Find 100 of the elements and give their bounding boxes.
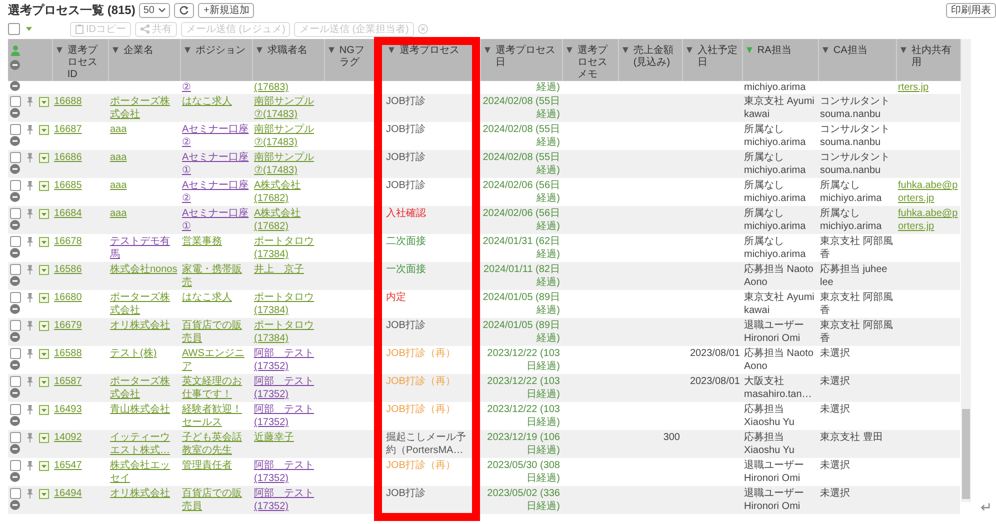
column-header[interactable]: 選考プロセスメモ (577, 45, 616, 81)
process-id-link[interactable]: 16687 (54, 123, 106, 136)
company-link[interactable]: ポーターズ株式会社 (110, 375, 178, 401)
filter-arrow[interactable]: ▼ (482, 45, 492, 57)
checkbox[interactable] (10, 264, 21, 275)
position-link[interactable]: ② (182, 81, 250, 94)
column-header[interactable]: 選考プロセス ID (67, 45, 106, 81)
dropdown-icon[interactable] (39, 124, 49, 134)
minus-circle-icon[interactable] (10, 472, 20, 482)
filter-arrow[interactable]: ▼ (254, 45, 264, 57)
pin-icon[interactable] (26, 236, 34, 247)
column-header[interactable]: CA担当 (833, 45, 894, 57)
pin-icon[interactable] (26, 208, 34, 219)
filter-arrow[interactable]: ▼ (386, 45, 396, 57)
checkbox[interactable] (10, 152, 21, 163)
minus-circle-icon[interactable] (10, 388, 20, 398)
column-header[interactable]: ポジション (195, 45, 250, 57)
company-link[interactable]: aaa (110, 179, 178, 192)
checkbox[interactable] (10, 432, 21, 443)
candidate-link[interactable]: ポートタロウ(17384) (254, 291, 322, 317)
dropdown-icon[interactable] (39, 488, 49, 498)
company-link[interactable]: ポーターズ株式会社 (110, 291, 178, 317)
dropdown-icon[interactable] (39, 152, 49, 162)
pin-icon[interactable] (26, 460, 34, 471)
dropdown-icon[interactable] (39, 404, 49, 414)
candidate-link[interactable]: 阿部 テスト(17352) (254, 487, 322, 513)
scrollbar[interactable] (960, 39, 970, 502)
pin-icon[interactable] (26, 96, 34, 107)
filter-arrow[interactable]: ▼ (182, 45, 192, 57)
position-link[interactable]: AWSエンジニア (182, 347, 250, 373)
position-link[interactable]: Aセミナー口座② (182, 179, 250, 205)
column-header[interactable]: 選考プロセス日 (495, 45, 560, 69)
company-link[interactable]: aaa (110, 123, 178, 136)
minus-circle-icon[interactable] (10, 248, 20, 258)
company-link[interactable]: 株式会社エッセイ (110, 459, 178, 485)
candidate-link[interactable]: ポートタロウ(17384) (254, 235, 322, 261)
candidate-link[interactable]: 南部サンプル⑦(17483) (254, 95, 322, 121)
position-link[interactable]: 子ども英会話教室の先生 (182, 431, 250, 457)
pin-icon[interactable] (26, 180, 34, 191)
dropdown-icon[interactable] (39, 264, 49, 274)
filter-arrow[interactable]: ▼ (898, 45, 908, 57)
column-header[interactable]: NGフラグ (339, 45, 372, 69)
candidate-link[interactable]: 南部サンプル⑦(17483) (254, 151, 322, 177)
dropdown-icon[interactable] (39, 236, 49, 246)
process-id-link[interactable]: 16547 (54, 459, 106, 472)
column-header[interactable]: 選考プロセス (399, 45, 468, 57)
shared-email-link[interactable]: rters.jp (898, 81, 958, 94)
process-id-link[interactable]: 16493 (54, 403, 106, 416)
minus-circle-icon[interactable] (10, 500, 20, 510)
position-link[interactable]: 英文経理のお仕事です！ (182, 375, 250, 401)
refresh-button[interactable] (174, 2, 194, 18)
checkbox[interactable] (10, 376, 21, 387)
pin-icon[interactable] (26, 376, 34, 387)
minus-circle-icon[interactable] (10, 81, 20, 91)
person-icon[interactable] (10, 45, 21, 56)
checkbox[interactable] (10, 404, 21, 415)
candidate-link[interactable]: 阿部 テスト(17352) (254, 459, 322, 485)
pin-icon[interactable] (26, 152, 34, 163)
column-header[interactable]: 入社予定日 (697, 45, 740, 69)
minus-circle-icon[interactable] (10, 164, 20, 174)
dropdown-icon[interactable] (39, 376, 49, 386)
checkbox[interactable] (10, 208, 21, 219)
checkbox[interactable] (10, 180, 21, 191)
position-link[interactable]: 経験者歓迎！セールス (182, 403, 250, 429)
position-link[interactable]: 管理責任者 (182, 459, 250, 472)
candidate-link[interactable]: ポートタロウ(17384) (254, 319, 322, 345)
pin-icon[interactable] (26, 488, 34, 499)
pin-icon[interactable] (26, 432, 34, 443)
candidate-link[interactable]: A株式会社(17682) (254, 179, 322, 205)
minus-circle-icon[interactable] (10, 60, 20, 70)
caret-icon[interactable] (26, 27, 32, 31)
company-link[interactable]: 青山株式会社 (110, 403, 178, 416)
company-link[interactable]: イッティーウエスト株式… (110, 431, 178, 457)
candidate-link[interactable]: 阿部 テスト(17352) (254, 375, 322, 401)
position-link[interactable]: Aセミナー口座② (182, 123, 250, 149)
minus-circle-icon[interactable] (10, 192, 20, 202)
checkbox[interactable] (10, 236, 21, 247)
minus-circle-icon[interactable] (10, 136, 20, 146)
shared-email-link[interactable]: fuhka.abe@porters.jp (898, 207, 958, 233)
minus-circle-icon[interactable] (10, 332, 20, 342)
checkbox[interactable] (8, 23, 20, 35)
scroll-thumb[interactable] (962, 409, 970, 499)
company-link[interactable]: テストデモ有馬 (110, 235, 178, 261)
pin-icon[interactable] (26, 320, 34, 331)
dropdown-icon[interactable] (39, 180, 49, 190)
filter-arrow[interactable]: ▼ (820, 45, 830, 57)
position-link[interactable]: はなこ求人 (182, 291, 250, 304)
minus-circle-icon[interactable] (10, 108, 20, 118)
minus-circle-icon[interactable] (10, 220, 20, 230)
position-link[interactable]: 百貨店での販売員 (182, 487, 250, 513)
minus-circle-icon[interactable] (10, 304, 20, 314)
filter-arrow[interactable]: ▼ (110, 45, 120, 57)
pin-icon[interactable] (26, 264, 34, 275)
add-new-button[interactable]: +新規追加 (198, 2, 254, 18)
dropdown-icon[interactable] (39, 432, 49, 442)
minus-circle-icon[interactable] (10, 360, 20, 370)
dropdown-icon[interactable] (39, 460, 49, 470)
position-link[interactable]: Aセミナー口座① (182, 151, 250, 177)
position-link[interactable]: 家電・携帯販売 (182, 263, 250, 289)
filter-arrow[interactable]: ▼ (684, 45, 694, 57)
